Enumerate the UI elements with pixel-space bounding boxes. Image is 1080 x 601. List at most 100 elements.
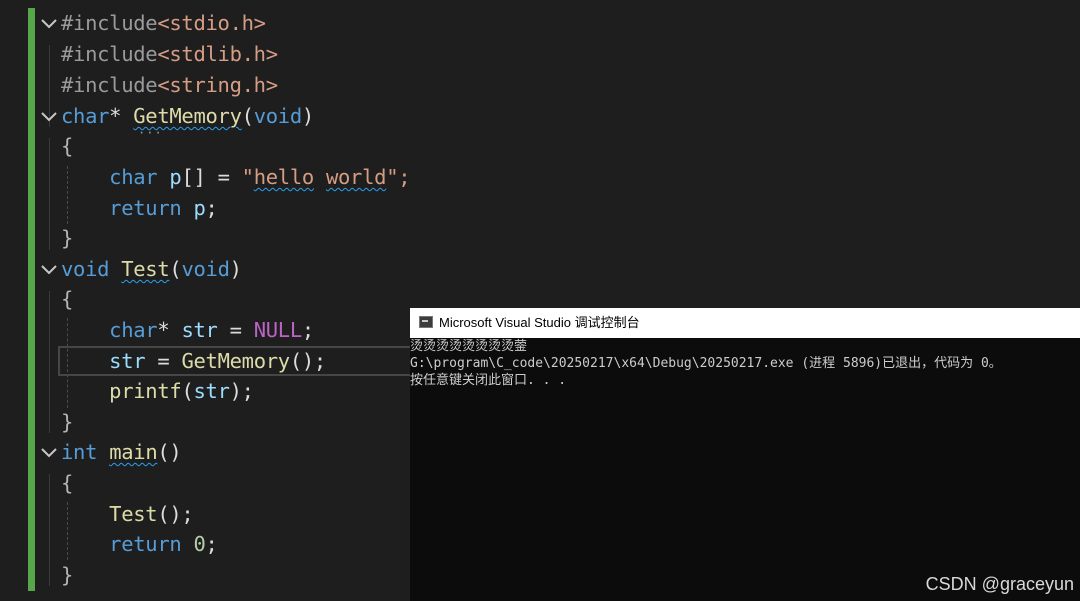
console-app-icon	[419, 316, 433, 328]
code-token: int	[61, 440, 98, 464]
code-line[interactable]: }	[61, 407, 73, 437]
code-token: ";	[386, 165, 411, 189]
debug-console-window[interactable]: Microsoft Visual Studio 调试控制台 烫烫烫烫烫烫烫烫蓥 …	[410, 308, 1080, 601]
console-output[interactable]: 烫烫烫烫烫烫烫烫蓥 G:\program\C_code\20250217\x64…	[410, 338, 1080, 389]
console-line: G:\program\C_code\20250217\x64\Debug\202…	[410, 356, 1002, 371]
code-token: }	[61, 410, 74, 434]
code-line[interactable]: printf(str);	[61, 376, 254, 406]
fold-chevron-icon[interactable]	[40, 263, 58, 277]
console-line: 烫烫烫烫烫烫烫烫蓥	[410, 339, 528, 354]
code-token: )	[301, 104, 314, 128]
code-token: #include	[61, 73, 158, 97]
code-line[interactable]: return p;	[61, 193, 218, 223]
code-token: ;	[205, 196, 218, 220]
code-token: {	[61, 134, 74, 158]
code-line[interactable]: char* str = NULL;	[61, 315, 314, 345]
code-token: #include	[61, 11, 158, 35]
code-token: return	[109, 532, 182, 556]
code-token: char	[109, 318, 158, 342]
code-token: str	[109, 349, 146, 373]
code-line[interactable]: #include<stdio.h>	[61, 8, 266, 38]
code-token: *	[109, 104, 134, 128]
code-token: );	[229, 379, 254, 403]
code-token: ;	[205, 532, 218, 556]
code-token: p	[193, 196, 206, 220]
fold-chevron-icon[interactable]	[40, 446, 58, 460]
code-token: (	[181, 379, 194, 403]
code-token: char	[109, 165, 158, 189]
code-token: [] =	[181, 165, 242, 189]
code-token: Test	[109, 502, 158, 526]
code-token: GetMemory	[181, 349, 290, 373]
code-line[interactable]: void Test(void)	[61, 254, 242, 284]
code-line[interactable]: int main()	[61, 437, 182, 467]
fold-chevron-icon[interactable]	[40, 110, 58, 124]
code-token: void	[181, 257, 230, 281]
code-token: (	[169, 257, 182, 281]
code-token: Test	[121, 257, 170, 281]
code-line[interactable]: char* GetMemory(void)	[61, 101, 314, 131]
code-token: <stdlib.h>	[157, 42, 278, 66]
code-line[interactable]: {	[61, 131, 73, 161]
code-token: ;	[301, 318, 314, 342]
code-token: void	[253, 104, 302, 128]
code-token: "	[241, 165, 254, 189]
code-line[interactable]: str = GetMemory();	[61, 346, 326, 376]
code-token: }	[61, 226, 74, 250]
code-token: =	[217, 318, 254, 342]
code-line[interactable]: Test();	[61, 499, 194, 529]
console-title-bar[interactable]: Microsoft Visual Studio 调试控制台	[410, 308, 1080, 338]
code-line[interactable]: #include<stdlib.h>	[61, 39, 278, 69]
code-token: void	[61, 257, 110, 281]
code-token: {	[61, 471, 74, 495]
code-token: =	[145, 349, 182, 373]
code-token: ();	[157, 502, 194, 526]
code-token: ();	[289, 349, 326, 373]
code-token: hello	[253, 165, 315, 189]
code-token: )	[229, 257, 242, 281]
code-token: main	[109, 440, 158, 464]
code-token: str	[193, 379, 230, 403]
code-token: {	[61, 287, 74, 311]
code-token: printf	[109, 379, 182, 403]
code-line[interactable]: #include<string.h>	[61, 70, 278, 100]
fold-chevron-icon[interactable]	[40, 17, 58, 31]
code-line[interactable]: char p[] = "hello world";	[61, 162, 410, 192]
code-token: return	[109, 196, 182, 220]
code-token: *	[157, 318, 182, 342]
change-indicator-bar	[28, 8, 35, 591]
code-token: world	[325, 165, 387, 189]
code-line[interactable]: {	[61, 468, 73, 498]
indent-guide	[49, 474, 50, 586]
code-token: (	[241, 104, 254, 128]
code-line[interactable]: {	[61, 284, 73, 314]
code-token: <stdio.h>	[157, 11, 266, 35]
indent-guide	[49, 291, 50, 433]
code-token: 0	[193, 532, 206, 556]
console-title: Microsoft Visual Studio 调试控制台	[439, 315, 640, 330]
console-line: 按任意键关闭此窗口. . .	[410, 373, 567, 388]
indent-guide	[49, 138, 50, 250]
code-token: char	[61, 104, 110, 128]
code-line[interactable]: }	[61, 560, 73, 590]
code-token: <string.h>	[157, 73, 278, 97]
code-token: GetMemory	[133, 104, 242, 128]
code-line[interactable]: return 0;	[61, 529, 218, 559]
code-token: }	[61, 563, 74, 587]
code-token: p	[169, 165, 182, 189]
code-line[interactable]: }	[61, 223, 73, 253]
code-token: NULL	[253, 318, 302, 342]
